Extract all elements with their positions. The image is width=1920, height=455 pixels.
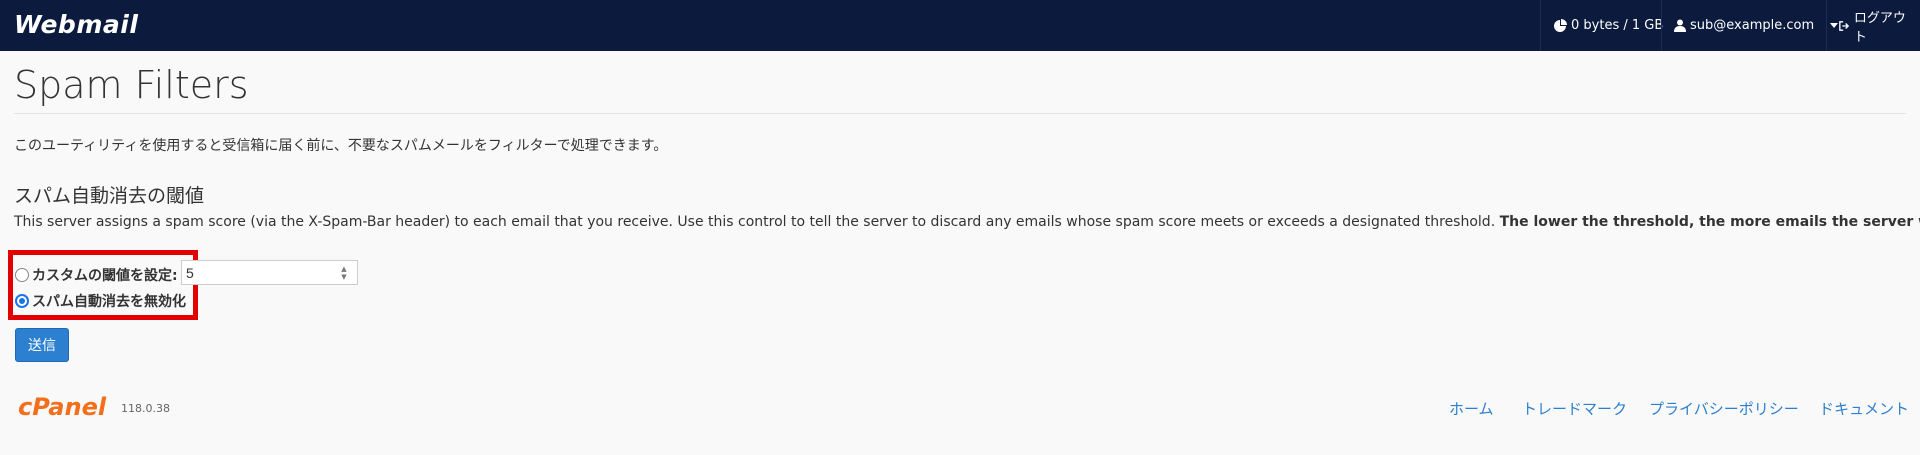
user-menu[interactable]: sub@example.com	[1661, 0, 1850, 51]
footer-link-trademark[interactable]: トレードマーク	[1522, 398, 1627, 419]
user-email: sub@example.com	[1690, 18, 1815, 33]
section-description-bold: The lower the threshold, the more emails…	[1499, 214, 1920, 230]
custom-threshold-option[interactable]: カスタムの閾値を設定:	[15, 265, 178, 285]
custom-threshold-radio[interactable]	[15, 268, 29, 282]
stepper-down-icon[interactable]: ▼	[341, 273, 346, 281]
disk-usage-text: 0 bytes / 1 GB	[1571, 18, 1664, 33]
logout-icon	[1839, 20, 1850, 31]
top-nav: Webmail 0 bytes / 1 GB sub@example.com ロ…	[0, 0, 1920, 51]
logout-button[interactable]: ログアウト	[1826, 0, 1920, 51]
stepper-up-icon[interactable]: ▲	[341, 265, 346, 273]
disable-autodelete-option[interactable]: スパム自動消去を無効化	[15, 291, 186, 311]
disable-autodelete-radio[interactable]	[15, 294, 29, 308]
pie-chart-icon	[1554, 18, 1567, 32]
section-description: This server assigns a spam score (via th…	[14, 214, 1920, 230]
section-title: スパム自動消去の閾値	[14, 185, 205, 207]
submit-button[interactable]: 送信	[15, 328, 69, 362]
logout-label: ログアウト	[1853, 10, 1906, 45]
custom-threshold-label: カスタムの閾値を設定:	[32, 268, 178, 284]
cpanel-logo[interactable]: cPanel	[18, 393, 106, 421]
threshold-stepper[interactable]: ▲ ▼	[337, 263, 351, 282]
title-divider	[14, 113, 1906, 114]
threshold-input[interactable]	[181, 260, 358, 285]
webmail-logo[interactable]: Webmail	[14, 10, 138, 39]
page-title: Spam Filters	[14, 63, 249, 107]
disk-usage-item[interactable]: 0 bytes / 1 GB	[1540, 0, 1675, 51]
footer-link-docs[interactable]: ドキュメント	[1819, 398, 1909, 419]
section-description-text: This server assigns a spam score (via th…	[14, 214, 1496, 230]
user-icon	[1674, 19, 1686, 32]
page-intro: このユーティリティを使用すると受信箱に届く前に、不要なスパムメールをフィルターで…	[14, 138, 668, 154]
footer-link-home[interactable]: ホーム	[1449, 398, 1494, 419]
cpanel-version: 118.0.38	[121, 402, 170, 415]
disable-autodelete-label: スパム自動消去を無効化	[32, 294, 186, 310]
footer-link-privacy[interactable]: プライバシーポリシー	[1649, 398, 1799, 419]
